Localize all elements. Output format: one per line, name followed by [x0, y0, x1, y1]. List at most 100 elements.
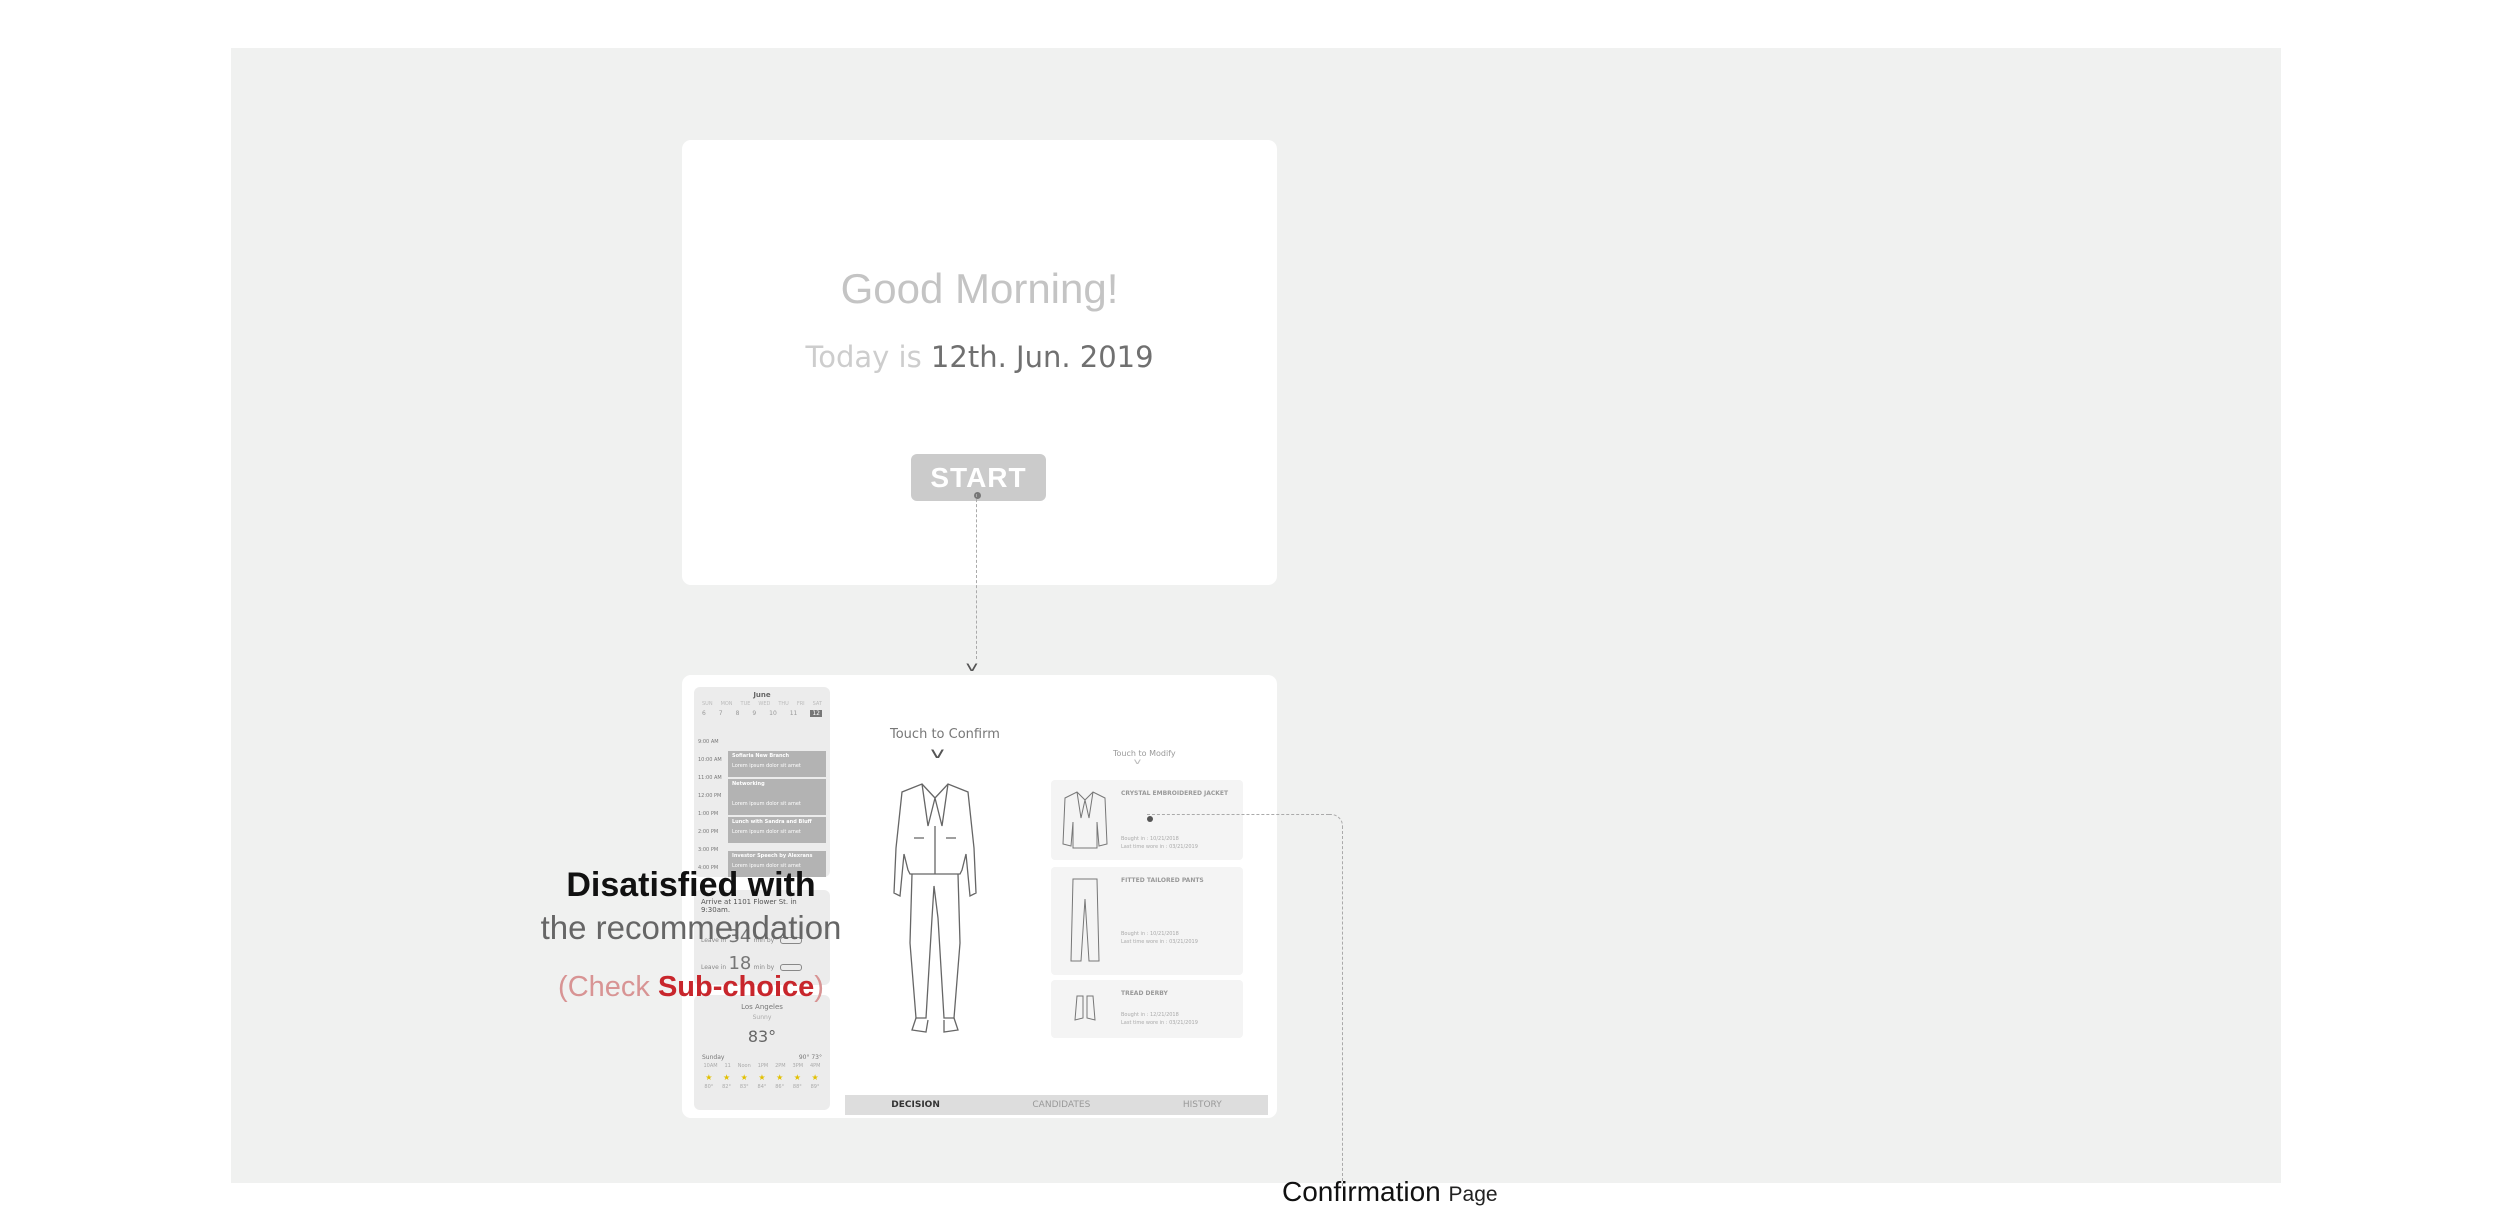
sun-icon: ★: [705, 1073, 713, 1082]
note-line1: Disatisfied with: [566, 866, 816, 904]
forecast-temp: 82°: [722, 1084, 731, 1090]
item-name: FITTED TAILORED PANTS: [1121, 877, 1204, 884]
sun-icon: ★: [740, 1073, 748, 1082]
item-last-worn: Last time wore in : 03/21/2019: [1121, 1020, 1198, 1026]
weather-city: Los Angeles: [741, 1003, 783, 1011]
event-title: Networking: [732, 781, 765, 787]
flow-connector: [976, 494, 977, 659]
calendar-day[interactable]: 10: [769, 710, 777, 717]
item-last-worn: Last time wore in : 03/21/2019: [1121, 939, 1198, 945]
weather-condition: Sunny: [752, 1014, 772, 1021]
item-card-pants[interactable]: FITTED TAILORED PANTS Bought in : 10/21/…: [1051, 867, 1243, 975]
calendar-event[interactable]: Sofiaria New Branch Lorem ipsum dolor si…: [728, 751, 826, 777]
item-bought: Bought in : 12/21/2018: [1121, 1012, 1179, 1018]
today-date: 12th. Jun. 2019: [930, 340, 1154, 374]
forecast-temp: 89°: [810, 1084, 820, 1090]
weekday: MON: [720, 701, 733, 707]
note-emphasis: Sub-choice: [657, 971, 815, 1003]
item-bought: Bought in : 10/21/2018: [1121, 836, 1179, 842]
time-slot: 10:00 AM: [698, 757, 722, 763]
weekday: THU: [778, 701, 789, 707]
calendar-day[interactable]: 8: [736, 710, 740, 717]
touch-to-confirm-label: Touch to Confirm: [890, 727, 1000, 742]
forecast-time: 1PM: [757, 1063, 769, 1069]
item-bought: Bought in : 10/21/2018: [1121, 931, 1179, 937]
time-slot: 3:00 PM: [698, 847, 719, 853]
forecast-time: Noon: [737, 1063, 751, 1069]
time-slot: 11:00 AM: [698, 775, 722, 781]
day-row: 6 7 8 9 10 11 12: [700, 710, 824, 717]
weather-day-row: Sunday 90° 73°: [702, 1054, 822, 1061]
weather-hi-lo: 90° 73°: [798, 1054, 822, 1061]
forecast-temp: 86°: [775, 1084, 785, 1090]
calendar-day[interactable]: 11: [790, 710, 798, 717]
item-last-worn: Last time wore in : 03/21/2019: [1121, 844, 1198, 850]
forecast-temps: 80° 82° 83° 84° 86° 88° 89°: [700, 1084, 824, 1090]
calendar-event[interactable]: Networking Lorem ipsum dolor sit amet: [728, 779, 826, 815]
event-title: Sofiaria New Branch: [732, 753, 790, 759]
chevron-down-icon: v: [1133, 757, 1142, 766]
weekday: SAT: [812, 701, 822, 707]
start-button[interactable]: START: [911, 454, 1046, 501]
weekday: SUN: [702, 701, 713, 707]
canvas-background: Good Morning! Today is 12th. Jun. 2019 S…: [231, 48, 2281, 1207]
tab-decision[interactable]: DECISION: [891, 1100, 940, 1110]
chevron-down-icon: v: [965, 660, 979, 675]
sun-icon: ★: [793, 1073, 801, 1082]
weather-temp: 83°: [747, 1027, 777, 1046]
calendar-day[interactable]: 6: [702, 710, 706, 717]
forecast-temp: 80°: [704, 1084, 714, 1090]
today-prefix: Today is: [805, 340, 922, 374]
weekday-row: SUN MON TUE WED THU FRI SAT: [700, 701, 824, 707]
forecast-time: 4PM: [809, 1063, 821, 1069]
forecast-temp: 88°: [792, 1084, 802, 1090]
tab-history[interactable]: HISTORY: [1183, 1100, 1222, 1110]
tab-candidates[interactable]: CANDIDATES: [1032, 1100, 1090, 1110]
calendar-day[interactable]: 7: [719, 710, 723, 717]
outfit-illustration[interactable]: [890, 778, 980, 1043]
event-title: Investor Speech by Alexrans: [732, 853, 813, 859]
calendar-month: June: [753, 691, 771, 699]
calendar-day-selected[interactable]: 12: [810, 710, 822, 717]
note-line2: the recommendation: [540, 909, 842, 946]
forecast-temp: 83°: [739, 1084, 749, 1090]
forecast-temp: 84°: [757, 1084, 767, 1090]
item-name: CRYSTAL EMBROIDERED JACKET: [1121, 790, 1229, 797]
calendar-day[interactable]: 9: [752, 710, 756, 717]
calendar-event[interactable]: Lunch with Sandra and Bluff Lorem ipsum …: [728, 817, 826, 843]
greeting: Good Morning!: [840, 265, 1119, 312]
sub-choice-connector-vertical: [1342, 826, 1343, 1186]
item-card-jacket[interactable]: CRYSTAL EMBROIDERED JACKET Bought in : 1…: [1051, 780, 1243, 860]
start-screen: Good Morning! Today is 12th. Jun. 2019 S…: [682, 140, 1277, 585]
note-line3: (Check Sub-choice): [531, 971, 851, 1004]
weather-day: Sunday: [702, 1054, 725, 1061]
event-title: Lunch with Sandra and Bluff: [732, 819, 812, 825]
forecast-time: 11: [724, 1063, 731, 1069]
page-caption-main: Confirmation: [1282, 1176, 1441, 1207]
calendar-panel[interactable]: June SUN MON TUE WED THU FRI SAT 6 7 8 9…: [694, 687, 830, 877]
chevron-down-icon: v: [930, 744, 945, 762]
today-line: Today is 12th. Jun. 2019: [682, 340, 1277, 374]
event-detail: Lorem ipsum dolor sit amet: [732, 801, 801, 807]
item-card-shoes[interactable]: TREAD DERBY Bought in : 12/21/2018 Last …: [1051, 980, 1243, 1038]
sun-icon: ★: [758, 1073, 766, 1082]
shoes-icon: [1074, 995, 1096, 1021]
sun-icon: ★: [722, 1073, 731, 1082]
weather-panel[interactable]: Los Angeles Sunny 83° Sunday 90° 73° 10A…: [694, 995, 830, 1110]
forecast-time: 2PM: [775, 1063, 786, 1069]
weekday: FRI: [796, 701, 805, 707]
event-detail: Lorem ipsum dolor sit amet: [732, 829, 801, 835]
event-detail: Lorem ipsum dolor sit amet: [732, 763, 801, 769]
sub-choice-connector: [1147, 814, 1329, 815]
forecast-time: 10AM: [703, 1063, 718, 1069]
weekday: TUE: [740, 701, 751, 707]
note-open: (Check: [558, 971, 658, 1003]
sun-icon: ★: [811, 1073, 819, 1082]
sun-icon: ★: [776, 1073, 784, 1082]
sub-choice-connector-corner: [1329, 814, 1343, 828]
time-slot: 12:00 PM: [698, 793, 722, 799]
note-close: ): [814, 971, 824, 1003]
touch-to-modify-label: Touch to Modify: [1113, 749, 1176, 758]
annotation-note: Disatisfied with the recommendation (Che…: [531, 866, 851, 1004]
sun-icons: ★ ★ ★ ★ ★ ★ ★: [700, 1073, 824, 1082]
